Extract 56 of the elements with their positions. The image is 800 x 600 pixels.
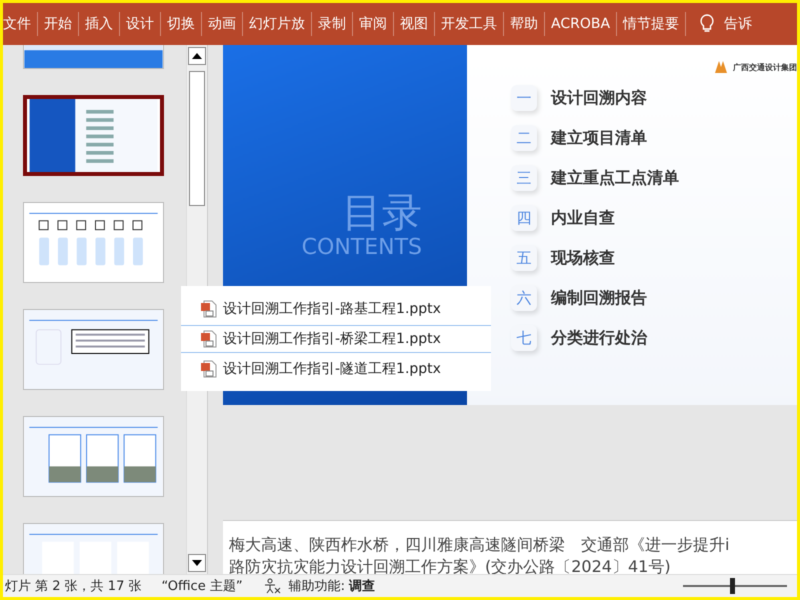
scroll-down-icon[interactable] bbox=[188, 554, 206, 572]
ribbon-tab[interactable]: 动画 bbox=[202, 12, 243, 36]
logo-icon bbox=[713, 59, 729, 75]
slide-thumbnail[interactable] bbox=[23, 202, 164, 283]
file-name: 设计回溯工作指引-桥梁工程1.pptx bbox=[223, 330, 441, 348]
slide-thumbnail[interactable] bbox=[23, 416, 164, 497]
chapter-number: 四 bbox=[511, 205, 537, 231]
powerpoint-file-icon bbox=[201, 360, 217, 378]
tell-me-field[interactable]: 告诉 bbox=[724, 15, 752, 33]
contents-item: 分类进行处治 bbox=[551, 328, 647, 348]
ribbon-tab[interactable]: 录制 bbox=[312, 12, 353, 36]
scroll-up-icon[interactable] bbox=[188, 47, 206, 65]
powerpoint-file-icon bbox=[201, 300, 217, 318]
file-list-item[interactable]: 设计回溯工作指引-路基工程1.pptx bbox=[181, 294, 491, 322]
ribbon-tab[interactable]: 情节提要 bbox=[617, 12, 686, 36]
ribbon-tab[interactable]: 幻灯片放 bbox=[243, 12, 312, 36]
logo-text: 广西交通设计集团 bbox=[733, 62, 797, 72]
zoom-thumb[interactable] bbox=[730, 578, 735, 594]
ribbon-tab[interactable]: ACROBA bbox=[545, 12, 618, 36]
lightbulb-icon[interactable] bbox=[700, 14, 714, 34]
contents-item: 设计回溯内容 bbox=[551, 88, 647, 108]
ribbon-tab[interactable]: 插入 bbox=[79, 12, 120, 36]
contents-item: 内业自查 bbox=[551, 208, 615, 228]
notes-text: 梅大高速、陕西柞水桥，四川雅康高速隧间桥梁 交通部《进一步提升i bbox=[229, 534, 730, 556]
chapter-number: 五 bbox=[511, 245, 537, 271]
accessibility-icon[interactable] bbox=[262, 578, 281, 594]
slide-title: 目录 bbox=[342, 190, 422, 234]
file-name: 设计回溯工作指引-路基工程1.pptx bbox=[223, 300, 441, 318]
ribbon-tab[interactable]: 切换 bbox=[161, 12, 202, 36]
chapter-number: 三 bbox=[511, 165, 537, 191]
scroll-thumb[interactable] bbox=[189, 71, 205, 206]
chapter-number: 一 bbox=[511, 85, 537, 111]
theme-name: “Office 主题” bbox=[161, 578, 243, 595]
ribbon-tab[interactable]: 视图 bbox=[394, 12, 435, 36]
ribbon-tab[interactable]: 开始 bbox=[38, 12, 79, 36]
file-list-item[interactable]: 设计回溯工作指引-桥梁工程1.pptx bbox=[181, 324, 491, 352]
chapter-number: 七 bbox=[511, 325, 537, 351]
accessibility-status[interactable]: 辅助功能: 调查 bbox=[288, 577, 376, 595]
contents-item: 编制回溯报告 bbox=[551, 288, 647, 308]
ribbon-tab[interactable]: 文件 bbox=[3, 12, 38, 36]
ribbon-tab[interactable]: 开发工具 bbox=[435, 12, 504, 36]
file-list-item[interactable]: 设计回溯工作指引-隧道工程1.pptx bbox=[181, 354, 491, 382]
contents-item: 现场核查 bbox=[551, 248, 615, 268]
slide-thumbnail[interactable] bbox=[23, 309, 164, 390]
ribbon-tab[interactable]: 帮助 bbox=[504, 12, 545, 36]
contents-item: 建立重点工点清单 bbox=[551, 168, 679, 188]
ribbon-tab[interactable]: 审阅 bbox=[353, 12, 394, 36]
slide-subtitle: CONTENTS bbox=[302, 234, 422, 260]
slide-counter: 灯片 第 2 张，共 17 张 bbox=[5, 578, 142, 595]
file-name: 设计回溯工作指引-隧道工程1.pptx bbox=[223, 360, 441, 378]
chapter-number: 六 bbox=[511, 285, 537, 311]
ribbon-tab[interactable]: 设计 bbox=[120, 12, 161, 36]
chapter-number: 二 bbox=[511, 125, 537, 151]
slide-thumbnail[interactable] bbox=[23, 95, 164, 176]
contents-item: 建立项目清单 bbox=[551, 128, 647, 148]
powerpoint-file-icon bbox=[201, 330, 217, 348]
